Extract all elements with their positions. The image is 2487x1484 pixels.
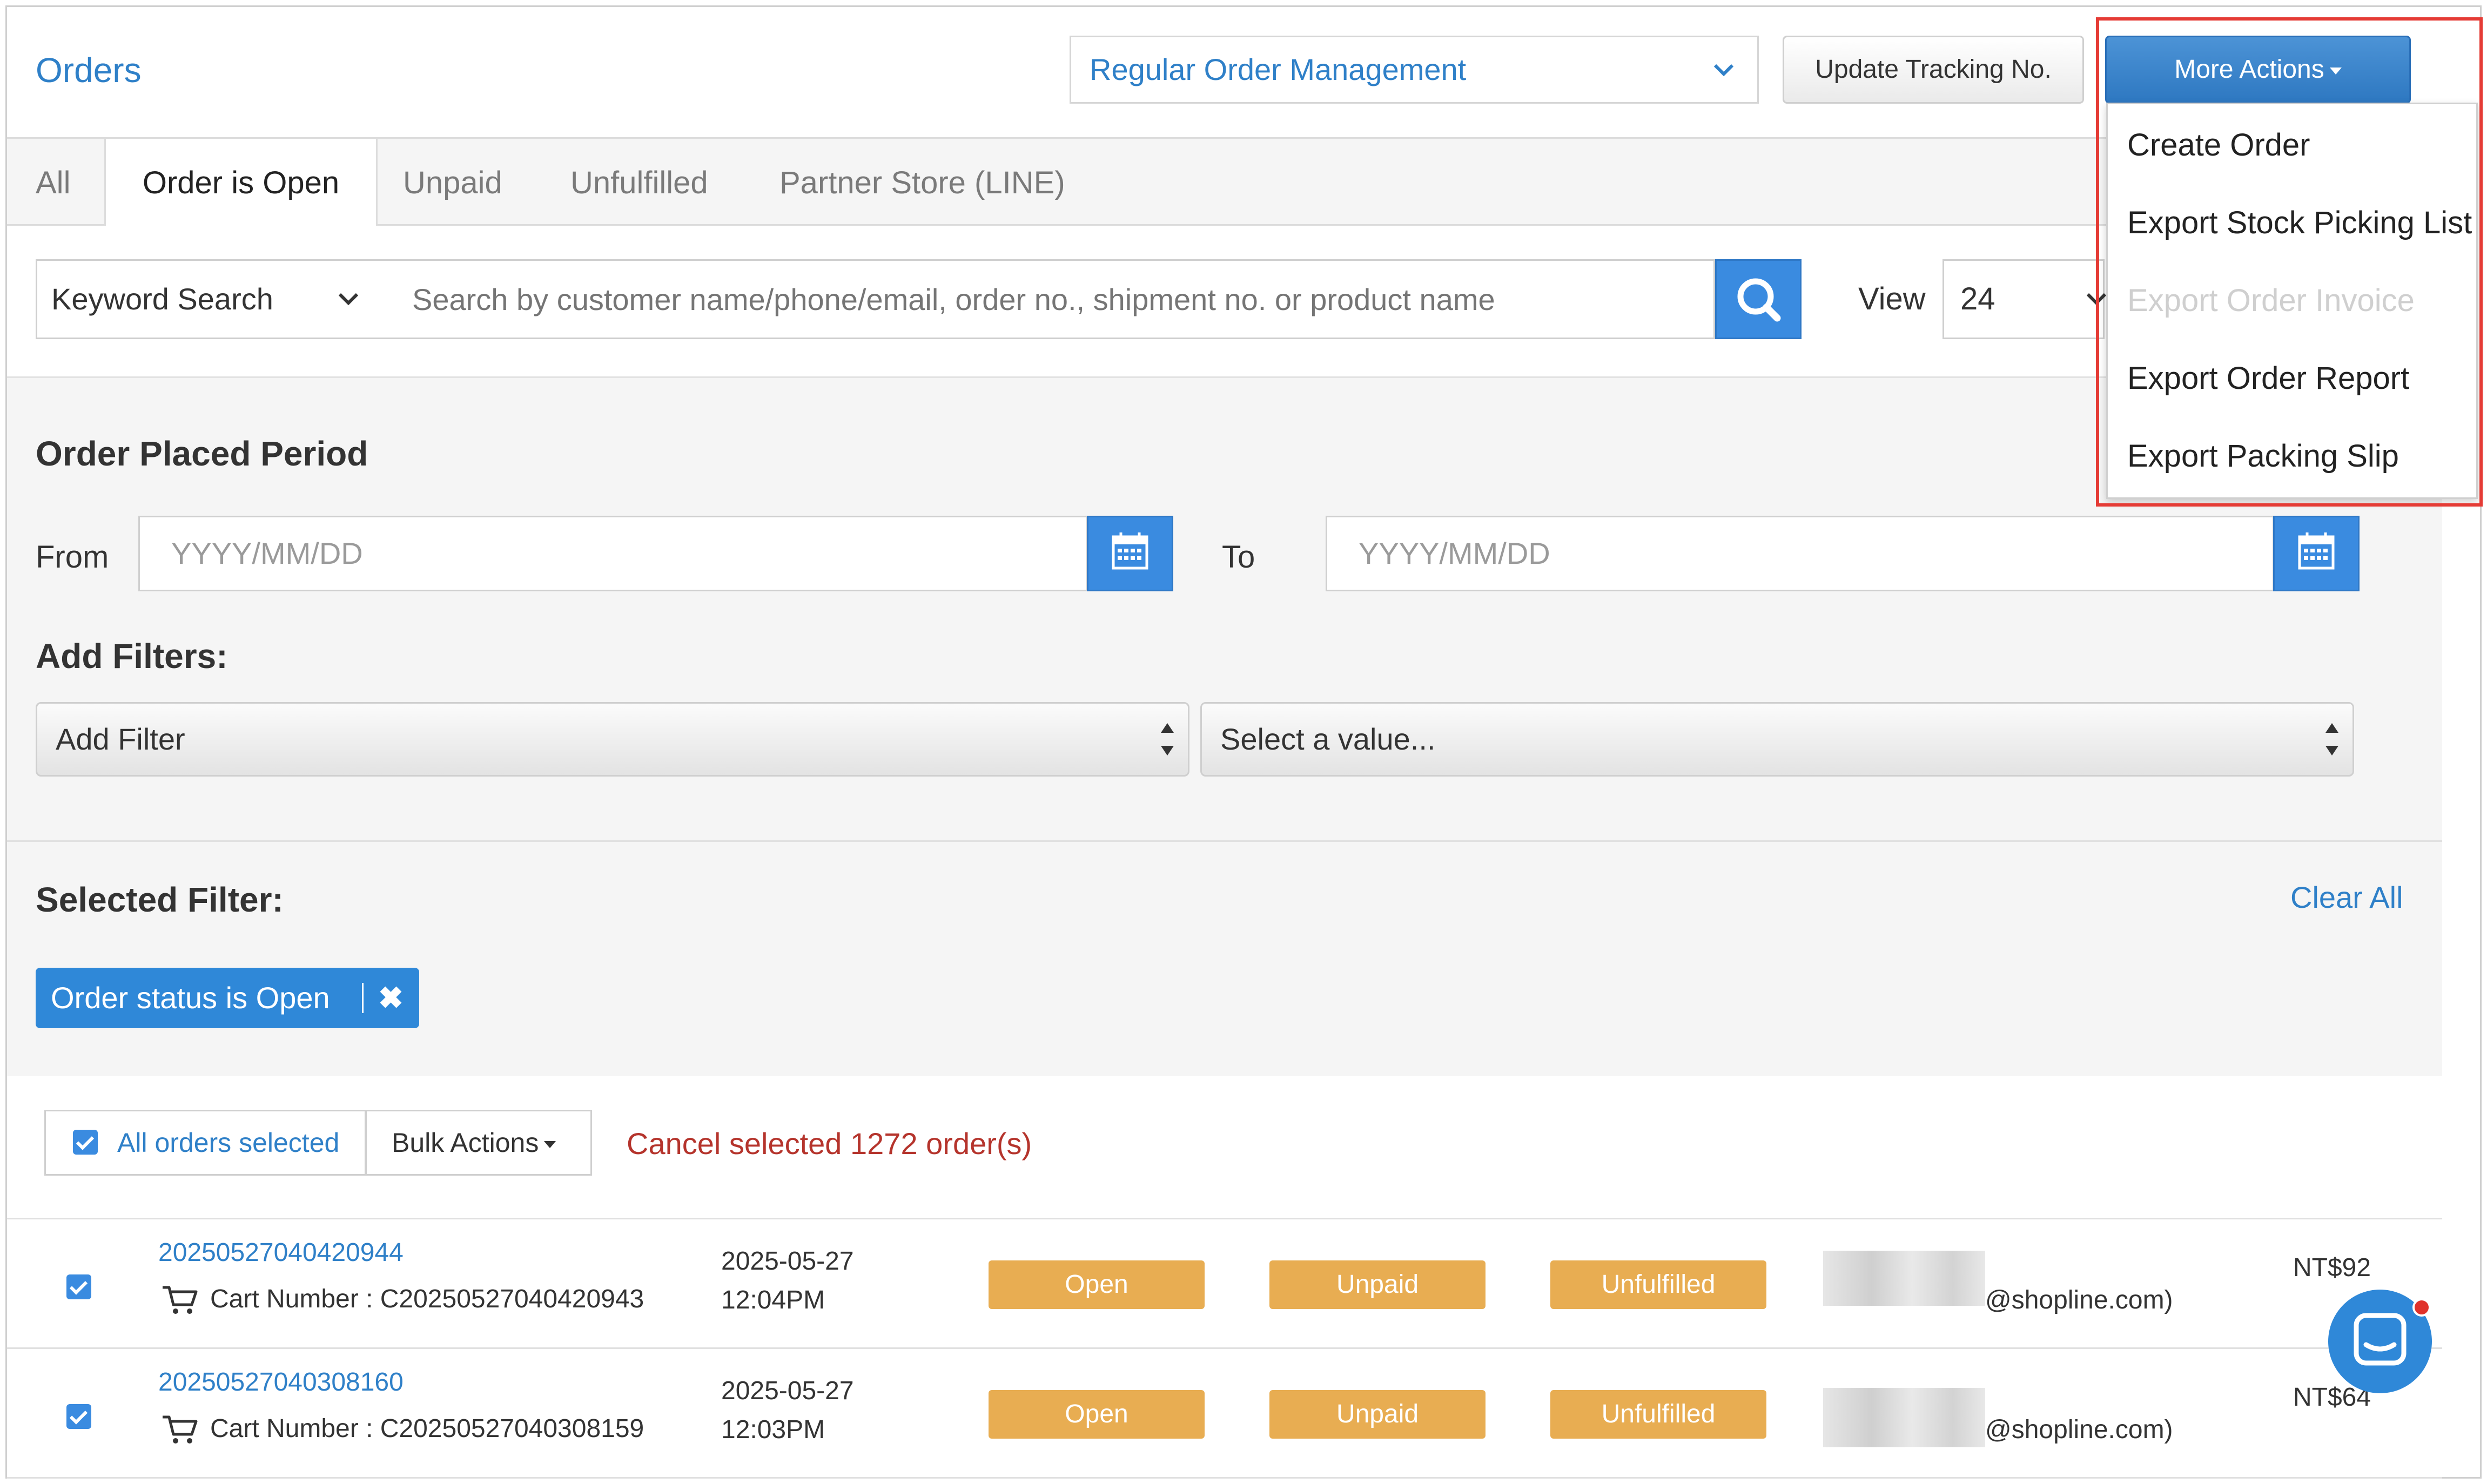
order-date: 2025-05-27 <box>721 1247 854 1276</box>
highlight-box <box>2096 17 2483 507</box>
add-filter-label: Add Filter <box>56 722 185 756</box>
order-period-title: Order Placed Period <box>36 434 368 473</box>
fulfillment-status-badge: Unfulfilled <box>1550 1260 1766 1309</box>
fulfillment-status-badge: Unfulfilled <box>1550 1390 1766 1439</box>
select-arrows-icon <box>2325 723 2338 756</box>
view-count-value: 24 <box>1960 281 1995 316</box>
order-management-select-label: Regular Order Management <box>1090 52 1467 86</box>
order-time: 12:03PM <box>721 1415 825 1444</box>
customer-email: @shopline.com) <box>1985 1286 2173 1314</box>
all-orders-selected-label: All orders selected <box>117 1128 340 1158</box>
filter-divider <box>7 840 2442 842</box>
table-row[interactable]: 20250527040420944 Cart Number : C2025052… <box>7 1219 2442 1349</box>
keyword-type-select[interactable]: Keyword Search <box>36 259 381 339</box>
cart-number: Cart Number : C20250527040420943 <box>210 1285 644 1313</box>
select-arrows-icon <box>1161 723 1174 756</box>
chevron-down-icon <box>1712 37 1736 127</box>
filter-tag: Order status is Open ✖ <box>36 968 419 1028</box>
view-label: View <box>1858 281 1926 316</box>
order-date: 2025-05-27 <box>721 1377 854 1405</box>
order-number-link[interactable]: 20250527040308160 <box>158 1367 404 1397</box>
cart-number: Cart Number : C20250527040308159 <box>210 1414 644 1443</box>
tab-unpaid[interactable]: Unpaid <box>403 139 502 227</box>
to-label: To <box>1222 539 1255 575</box>
table-row[interactable]: 20250527040308160 Cart Number : C2025052… <box>7 1349 2442 1479</box>
caret-down-icon <box>544 1141 556 1149</box>
payment-status-badge: Unpaid <box>1269 1260 1486 1309</box>
tab-all[interactable]: All <box>36 139 70 227</box>
bulk-actions-button[interactable]: Bulk Actions <box>365 1110 592 1176</box>
from-date-input[interactable]: YYYY/MM/DD <box>138 516 1088 591</box>
blurred-customer-name <box>1823 1388 1985 1447</box>
tag-separator <box>362 983 364 1013</box>
from-calendar-button[interactable] <box>1087 516 1173 591</box>
order-total: NT$92 <box>2293 1253 2371 1282</box>
filter-tag-label: Order status is Open <box>51 981 330 1015</box>
payment-status-badge: Unpaid <box>1269 1390 1486 1439</box>
cart-icon <box>160 1283 199 1318</box>
search-icon <box>1737 278 1781 322</box>
all-orders-selected-toggle[interactable]: All orders selected <box>44 1110 366 1176</box>
filter-value-select[interactable]: Select a value... <box>1200 702 2354 777</box>
order-time: 12:04PM <box>721 1286 825 1314</box>
notification-dot <box>2412 1298 2431 1317</box>
cart-icon <box>160 1413 199 1447</box>
tab-partner-store-line[interactable]: Partner Store (LINE) <box>779 139 1065 227</box>
filter-value-label: Select a value... <box>1220 722 1436 756</box>
order-status-badge: Open <box>989 1260 1205 1309</box>
customer-email: @shopline.com) <box>1985 1415 2173 1444</box>
selected-filter-title: Selected Filter: <box>36 880 284 919</box>
calendar-icon <box>1112 532 1148 570</box>
add-filter-select[interactable]: Add Filter <box>36 702 1189 777</box>
cancel-selected-orders-link[interactable]: Cancel selected 1272 order(s) <box>627 1118 1032 1170</box>
to-calendar-button[interactable] <box>2273 516 2360 591</box>
from-label: From <box>36 539 109 575</box>
search-button[interactable] <box>1715 259 1802 339</box>
to-date-input[interactable]: YYYY/MM/DD <box>1326 516 2274 591</box>
update-tracking-button[interactable]: Update Tracking No. <box>1783 36 2084 104</box>
order-status-badge: Open <box>989 1390 1205 1439</box>
order-management-select[interactable]: Regular Order Management <box>1070 36 1759 104</box>
order-number-link[interactable]: 20250527040420944 <box>158 1238 404 1267</box>
clear-all-link[interactable]: Clear All <box>2290 871 2403 925</box>
search-input[interactable] <box>380 259 1715 339</box>
calendar-icon <box>2298 532 2335 570</box>
remove-filter-icon[interactable]: ✖ <box>378 968 404 1028</box>
chevron-down-icon <box>337 261 360 368</box>
tab-order-is-open[interactable]: Order is Open <box>104 139 378 229</box>
add-filters-title: Add Filters: <box>36 637 228 676</box>
bulk-actions-label: Bulk Actions <box>392 1128 539 1158</box>
blurred-customer-name <box>1823 1251 1985 1306</box>
status-tabs: All Order is Open Unpaid Unfulfilled Par… <box>7 137 2449 229</box>
page-title: Orders <box>36 51 142 90</box>
row-checkbox[interactable] <box>66 1404 91 1429</box>
view-count-select[interactable]: 24 <box>1942 259 2107 339</box>
checkbox-checked-icon[interactable] <box>73 1130 98 1155</box>
row-checkbox[interactable] <box>66 1274 91 1299</box>
tab-unfulfilled[interactable]: Unfulfilled <box>570 139 708 227</box>
keyword-type-label: Keyword Search <box>51 282 273 316</box>
